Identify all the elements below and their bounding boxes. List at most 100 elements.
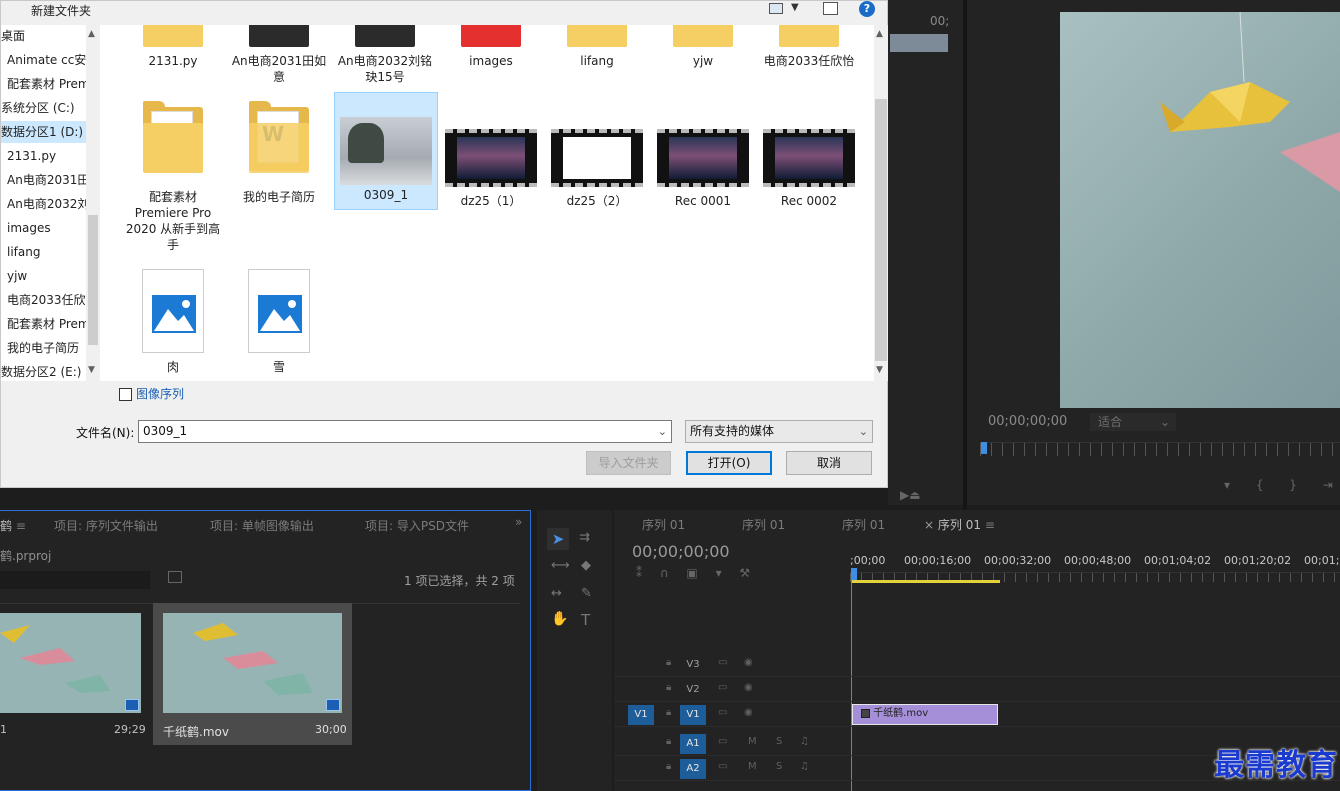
nav-item[interactable]: images [1, 217, 51, 239]
timeline-clip[interactable]: 千纸鹤.mov [852, 704, 998, 725]
source-patch-v1[interactable]: V1 [628, 705, 654, 725]
new-folder-button[interactable]: 新建文件夹 [31, 2, 91, 19]
mute-icon: M [748, 736, 757, 747]
file-item-video[interactable]: dz25（1） [439, 129, 543, 209]
nav-item[interactable]: yjw [1, 265, 27, 287]
lock-icon: 🔒︎ [666, 707, 672, 718]
chevron-down-icon: ⌄ [1159, 415, 1170, 429]
image-sequence-checkbox[interactable] [119, 388, 132, 401]
scroll-down-icon: ▼ [88, 365, 95, 375]
razor-tool-icon[interactable]: ◆ [581, 558, 591, 573]
tab-project-current[interactable]: 鹤 ≡ [0, 517, 26, 534]
nav-item[interactable]: Animate cc安装 [1, 49, 98, 71]
filename-input[interactable]: 0309_1 ⌄ [138, 420, 672, 443]
sync-icon: ▭ [718, 682, 728, 693]
timeline-tool-icons: ⁑ ∩ ▣ ▾ ⚒ [636, 566, 751, 580]
nav-item[interactable]: 我的电子简历 [1, 337, 79, 359]
nav-item[interactable]: 系统分区 (C:) [1, 97, 75, 119]
file-item[interactable]: An电商2031田如意 [227, 25, 331, 85]
track-label-v2[interactable]: V2 [680, 680, 706, 700]
file-type-select[interactable]: 所有支持的媒体 ⌄ [685, 420, 873, 443]
nav-item[interactable]: 配套素材 Prem [1, 313, 90, 335]
nav-item[interactable]: 数据分区2 (E:) [1, 361, 81, 383]
file-item[interactable]: An电商2032刘铭玦15号 [333, 25, 437, 85]
source-bar [890, 34, 948, 52]
open-button[interactable]: 打开(O) [686, 451, 772, 475]
tab-project-sequence-output[interactable]: 项目: 序列文件输出 [54, 517, 158, 534]
file-item-video[interactable]: dz25（2） [545, 129, 649, 209]
work-area-bar[interactable] [852, 580, 1000, 583]
nav-item[interactable]: 2131.py [1, 145, 56, 167]
nav-item[interactable]: 电商2033任欣 [1, 289, 86, 311]
tools-panel: ➤ ⇉ ⟷ ◆ ↔ ✎ ✋ T [537, 510, 612, 791]
tab-project-import-psd[interactable]: 项目: 导入PSD文件 [365, 517, 469, 534]
sequence-timecode[interactable]: 00;00;00;00 [632, 542, 730, 561]
nav-item[interactable]: 数据分区1 (D:) [1, 121, 86, 143]
chevron-down-icon: ⌄ [858, 425, 868, 438]
hand-tool-icon[interactable]: ✋ [551, 611, 568, 627]
file-item-image[interactable]: 肉 [121, 269, 225, 375]
chevron-down-icon: ⌄ [657, 425, 667, 438]
file-item[interactable]: images [439, 25, 543, 69]
film-icon [326, 699, 340, 711]
file-item-video[interactable]: Rec 0001 [651, 129, 755, 209]
tab-sequence-active[interactable]: × 序列 01 ≡ [924, 516, 995, 533]
nav-item[interactable]: 配套素材 Prem [1, 73, 90, 95]
help-icon[interactable]: ? [859, 1, 875, 17]
pen-tool-icon[interactable]: ✎ [581, 586, 592, 601]
mic-icon: ♫ [800, 761, 809, 772]
lock-icon: 🔒︎ [666, 761, 672, 772]
chevron-down-icon[interactable]: ▼ [791, 2, 799, 13]
file-item[interactable]: lifang [545, 25, 649, 69]
clip-name-1: 1 [0, 723, 7, 736]
ripple-edit-tool-icon[interactable]: ⟷ [551, 558, 570, 573]
lock-icon: 🔒︎ [666, 657, 672, 668]
program-playhead[interactable] [981, 442, 987, 454]
tab-sequence-1[interactable]: 序列 01 [642, 516, 685, 533]
track-label-a1[interactable]: A1 [680, 734, 706, 754]
clip-card-selected[interactable]: 千纸鹤.mov 30;00 [153, 603, 352, 745]
track-label-a2[interactable]: A2 [680, 759, 706, 779]
nav-scrollbar[interactable]: ▲ ▼ [86, 25, 100, 381]
selection-tool-icon[interactable]: ➤ [547, 528, 569, 550]
nav-item[interactable]: An电商2032刘 [1, 193, 89, 215]
panel-overflow-icon[interactable]: » [515, 515, 522, 529]
file-item-selected[interactable]: 0309_1 [334, 92, 438, 210]
type-tool-icon[interactable]: T [581, 611, 590, 629]
file-scrollbar[interactable]: ▲ ▼ [874, 25, 888, 381]
fx-badge-icon [861, 708, 870, 718]
nav-item[interactable]: lifang [1, 241, 40, 263]
view-options-icon[interactable] [769, 3, 783, 14]
clip-thumbnail-2 [163, 613, 342, 713]
tab-sequence-3[interactable]: 序列 01 [842, 516, 885, 533]
preview-pane-icon[interactable] [823, 2, 838, 15]
file-item-folder[interactable]: 配套素材 Premiere Pro 2020 从新手到高手 [121, 101, 225, 253]
track-v3: 🔒︎ V3 ▭ ◉ [614, 653, 1340, 677]
import-folder-button[interactable]: 导入文件夹 [586, 451, 671, 475]
file-item-image[interactable]: 雪 [227, 269, 331, 375]
file-item[interactable]: yjw [651, 25, 755, 69]
file-item-folder[interactable]: W 我的电子简历 [227, 101, 331, 205]
clip-name-2: 千纸鹤.mov [163, 725, 229, 739]
tab-project-single-frame[interactable]: 项目: 单帧图像输出 [210, 517, 314, 534]
timeline-playhead[interactable] [851, 568, 857, 580]
tab-sequence-2[interactable]: 序列 01 [742, 516, 785, 533]
sequence-icon [125, 699, 139, 711]
nav-item[interactable]: 桌面 [1, 25, 25, 47]
solo-icon: S [776, 736, 783, 747]
slip-tool-icon[interactable]: ↔ [551, 586, 562, 601]
file-item[interactable]: 电商2033任欣怡 [757, 25, 861, 69]
image-sequence-label: 图像序列 [136, 387, 185, 401]
fit-dropdown[interactable]: 适合 ⌄ [1090, 413, 1176, 431]
clip-thumbnail-1[interactable] [0, 613, 141, 713]
track-select-tool-icon[interactable]: ⇉ [579, 530, 590, 545]
nav-item[interactable]: An电商2031田 [1, 169, 89, 191]
track-label-v3[interactable]: V3 [680, 655, 706, 675]
export-frame-icon[interactable]: ▶⏏ [900, 488, 921, 502]
new-bin-icon[interactable] [168, 571, 182, 583]
project-search-input[interactable] [0, 571, 150, 589]
cancel-button[interactable]: 取消 [786, 451, 872, 475]
track-label-v1[interactable]: V1 [680, 705, 706, 725]
file-item-video[interactable]: Rec 0002 [757, 129, 861, 209]
file-item[interactable]: 2131.py [121, 25, 225, 69]
